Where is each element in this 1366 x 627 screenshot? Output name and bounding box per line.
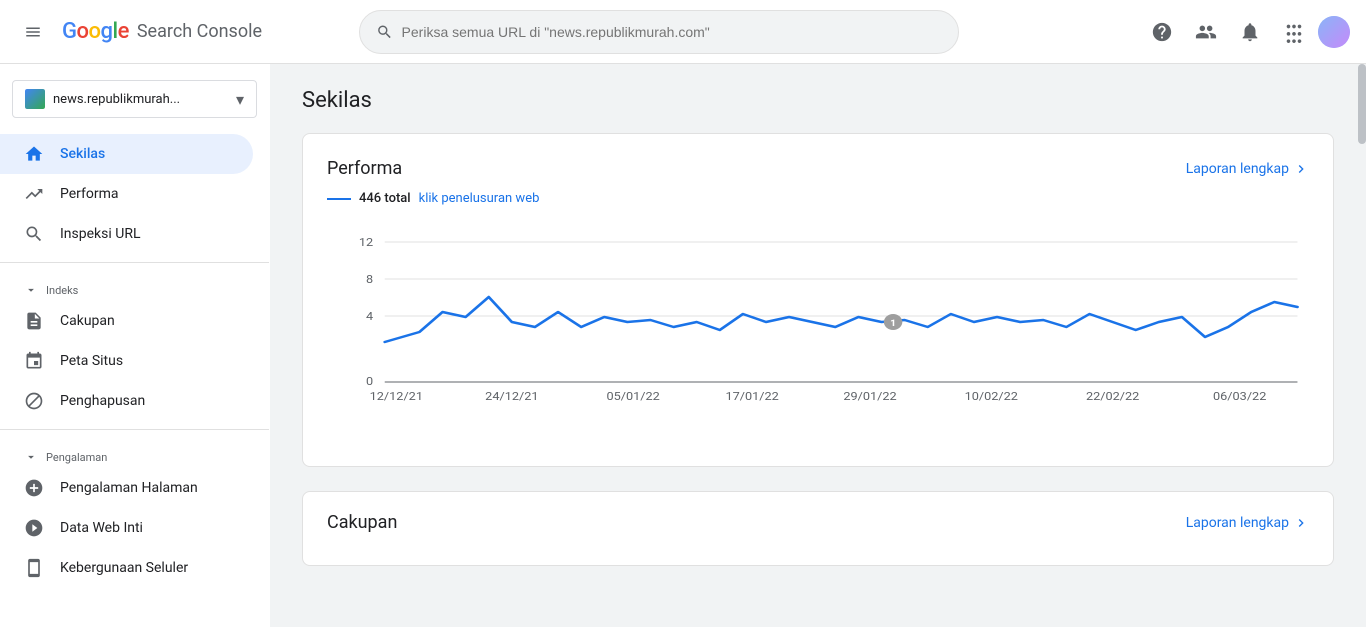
sitemap-icon <box>24 351 44 371</box>
sidebar-item-kebergunaan-seluler-label: Kebergunaan Seluler <box>60 560 188 576</box>
chevron-down-icon: ▾ <box>236 90 244 109</box>
performa-card: Performa Laporan lengkap 446 total klik … <box>302 133 1334 467</box>
menu-button[interactable] <box>16 15 50 49</box>
cakupan-card: Cakupan Laporan lengkap <box>302 491 1334 566</box>
search-bar[interactable] <box>359 10 959 54</box>
notifications-button[interactable] <box>1230 12 1270 52</box>
main-content: Sekilas Performa Laporan lengkap 446 tot… <box>270 64 1366 627</box>
performa-chart: 12 8 4 0 1 12/12/21 24/12/21 05/01/22 1 <box>327 222 1309 442</box>
nav-divider-2 <box>0 429 269 430</box>
svg-text:05/01/22: 05/01/22 <box>607 390 661 403</box>
svg-text:10/02/22: 10/02/22 <box>965 390 1019 403</box>
svg-text:4: 4 <box>366 310 373 323</box>
sidebar-item-performa-label: Performa <box>60 186 119 202</box>
cakupan-laporan-lengkap-link[interactable]: Laporan lengkap <box>1186 515 1309 531</box>
sidebar-item-inspeksi-url[interactable]: Inspeksi URL <box>0 214 253 254</box>
manage-users-button[interactable] <box>1186 12 1226 52</box>
svg-text:29/01/22: 29/01/22 <box>843 390 897 403</box>
legend-total: 446 total <box>359 191 411 206</box>
sidebar-item-inspeksi-url-label: Inspeksi URL <box>60 226 141 242</box>
chart-legend: 446 total klik penelusuran web <box>327 191 1309 206</box>
scrollbar-thumb[interactable] <box>1358 64 1366 144</box>
svg-text:17/01/22: 17/01/22 <box>725 390 779 403</box>
circle-plus-icon <box>24 478 44 498</box>
app-name: Search Console <box>137 21 262 42</box>
sidebar: news.republikmurah... ▾ Sekilas Performa… <box>0 64 270 627</box>
section-pengalaman-label: Pengalaman <box>46 451 107 464</box>
topbar: Google Search Console <box>0 0 1366 64</box>
performa-laporan-lengkap-link[interactable]: Laporan lengkap <box>1186 161 1309 177</box>
svg-text:24/12/21: 24/12/21 <box>485 390 538 403</box>
property-selector[interactable]: news.republikmurah... ▾ <box>12 80 257 118</box>
property-name: news.republikmurah... <box>53 92 228 107</box>
sidebar-item-data-web-inti[interactable]: Data Web Inti <box>0 508 253 548</box>
page-title: Sekilas <box>302 88 1334 113</box>
svg-text:1: 1 <box>890 319 896 329</box>
speed-icon <box>24 518 44 538</box>
sidebar-item-data-web-inti-label: Data Web Inti <box>60 520 143 536</box>
sidebar-item-sekilas[interactable]: Sekilas <box>0 134 253 174</box>
search-input[interactable] <box>402 24 943 40</box>
svg-text:0: 0 <box>366 375 373 388</box>
help-button[interactable] <box>1142 12 1182 52</box>
section-pengalaman[interactable]: Pengalaman <box>0 438 269 468</box>
sidebar-item-penghapusan-label: Penghapusan <box>60 393 145 409</box>
property-icon <box>25 89 45 109</box>
search-icon <box>376 23 393 41</box>
user-avatar[interactable] <box>1318 16 1350 48</box>
scrollbar-track[interactable] <box>1358 64 1366 627</box>
sidebar-item-penghapusan[interactable]: Penghapusan <box>0 381 253 421</box>
chevron-right-icon <box>1293 161 1309 177</box>
apps-button[interactable] <box>1274 12 1314 52</box>
nav-divider-1 <box>0 262 269 263</box>
legend-line-indicator <box>327 198 351 200</box>
cakupan-card-header: Cakupan Laporan lengkap <box>327 512 1309 533</box>
sidebar-item-cakupan[interactable]: Cakupan <box>0 301 253 341</box>
svg-text:22/02/22: 22/02/22 <box>1086 390 1140 403</box>
sidebar-item-peta-situs[interactable]: Peta Situs <box>0 341 253 381</box>
performa-card-header: Performa Laporan lengkap <box>327 158 1309 179</box>
home-icon <box>24 144 44 164</box>
phone-icon <box>24 558 44 578</box>
trending-up-icon <box>24 184 44 204</box>
sidebar-item-pengalaman-halaman[interactable]: Pengalaman Halaman <box>0 468 253 508</box>
svg-text:12/12/21: 12/12/21 <box>370 390 423 403</box>
search-nav-icon <box>24 224 44 244</box>
section-indeks-label: Indeks <box>46 284 78 297</box>
sidebar-item-sekilas-label: Sekilas <box>60 146 105 162</box>
svg-text:06/03/22: 06/03/22 <box>1213 390 1267 403</box>
blocked-icon <box>24 391 44 411</box>
sidebar-item-kebergunaan-seluler[interactable]: Kebergunaan Seluler <box>0 548 253 588</box>
sidebar-item-peta-situs-label: Peta Situs <box>60 353 123 369</box>
cakupan-chevron-right-icon <box>1293 515 1309 531</box>
layout: news.republikmurah... ▾ Sekilas Performa… <box>0 0 1366 627</box>
performa-card-title: Performa <box>327 158 402 179</box>
cakupan-card-title: Cakupan <box>327 512 397 533</box>
sidebar-item-pengalaman-halaman-label: Pengalaman Halaman <box>60 480 198 496</box>
file-icon <box>24 311 44 331</box>
topbar-actions <box>1142 12 1350 52</box>
svg-text:12: 12 <box>359 236 374 249</box>
legend-label: klik penelusuran web <box>419 191 540 206</box>
sidebar-item-cakupan-label: Cakupan <box>60 313 115 329</box>
google-logo: Google <box>62 19 129 44</box>
svg-text:8: 8 <box>366 273 373 286</box>
logo-area: Google Search Console <box>62 19 262 44</box>
sidebar-item-performa[interactable]: Performa <box>0 174 253 214</box>
section-indeks[interactable]: Indeks <box>0 271 269 301</box>
